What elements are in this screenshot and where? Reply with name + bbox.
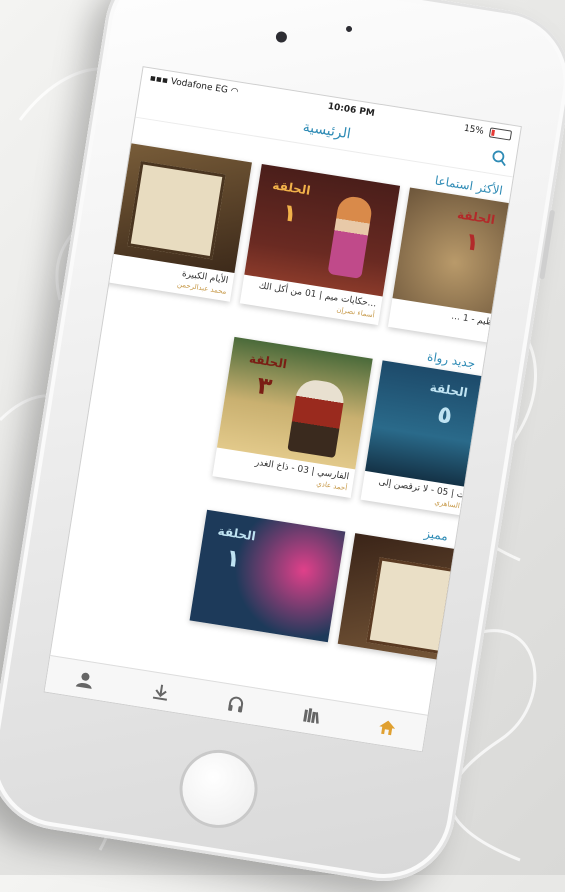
- search-icon[interactable]: [490, 149, 509, 171]
- card-cover: الحلقة ٣: [216, 336, 373, 470]
- battery-group: 15%: [463, 123, 513, 141]
- home-icon[interactable]: [372, 713, 402, 743]
- headphones-icon[interactable]: [221, 689, 251, 719]
- card-cover: الحلقة ١: [244, 164, 401, 297]
- episode-card[interactable]: الحلقة ١ حكايات ميم | 01 من أكل الك... أ…: [239, 164, 401, 326]
- book-illustration: [127, 161, 226, 260]
- episode-card[interactable]: الحلقة ١: [189, 509, 346, 643]
- card-cover: الحلقة ١: [189, 509, 346, 643]
- battery-percent: 15%: [463, 123, 485, 137]
- library-icon[interactable]: [297, 701, 327, 731]
- download-icon[interactable]: [146, 677, 176, 707]
- status-time: 10:06 PM: [326, 101, 376, 119]
- episode-card[interactable]: الحلقة ٣ الفارسي | 03 - ذاخ الغدر أحمد ع…: [212, 336, 373, 499]
- signal-icon: ▪▪▪: [149, 73, 169, 87]
- wifi-icon: ◠: [229, 86, 240, 98]
- battery-icon: [488, 127, 513, 141]
- profile-icon[interactable]: [70, 665, 100, 695]
